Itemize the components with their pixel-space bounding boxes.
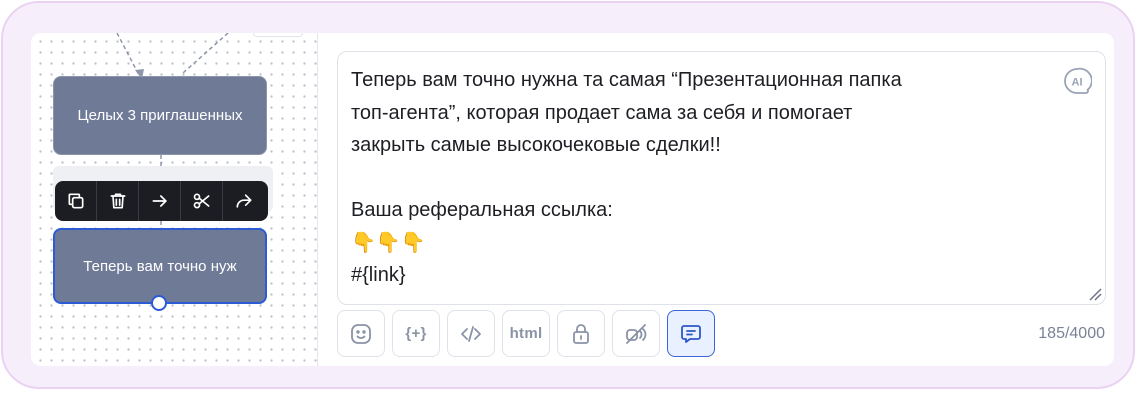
copy-icon bbox=[68, 193, 83, 209]
html-button[interactable]: html bbox=[502, 310, 550, 357]
connect-button[interactable] bbox=[139, 181, 181, 221]
delete-button[interactable] bbox=[97, 181, 139, 221]
panel-divider bbox=[317, 33, 318, 366]
char-counter: 185/4000 bbox=[1038, 325, 1105, 342]
share-button[interactable] bbox=[223, 181, 265, 221]
flow-node-label: Целых 3 приглашенных bbox=[77, 107, 243, 124]
voice-off-icon bbox=[626, 323, 647, 344]
connection-handle[interactable] bbox=[151, 295, 167, 311]
node-toolbar bbox=[55, 181, 268, 221]
lock-icon bbox=[573, 323, 589, 344]
flow-node-selected[interactable]: Теперь вам точно нуж bbox=[53, 228, 267, 304]
smile-icon bbox=[351, 323, 371, 344]
comment-icon bbox=[681, 324, 701, 343]
ai-label: AI bbox=[1072, 77, 1083, 89]
resize-handle-icon[interactable] bbox=[1088, 287, 1102, 301]
html-label: html bbox=[509, 325, 543, 342]
copy-button[interactable] bbox=[55, 181, 97, 221]
message-editor[interactable]: Теперь вам точно нужна та самая “Презент… bbox=[337, 51, 1106, 305]
variable-label: {+} bbox=[405, 325, 427, 342]
frame: Целых 3 приглашенных Теперь вам точно ну… bbox=[1, 1, 1135, 389]
flow-canvas[interactable]: Целых 3 приглашенных Теперь вам точно ну… bbox=[31, 33, 317, 366]
arrow-right-icon bbox=[152, 195, 167, 207]
flow-node-invites[interactable]: Целых 3 приглашенных bbox=[53, 76, 267, 155]
scissors-icon bbox=[193, 193, 209, 209]
emoji-button[interactable] bbox=[337, 310, 385, 357]
ai-icon[interactable]: AI bbox=[1062, 66, 1092, 96]
comment-button[interactable] bbox=[667, 310, 715, 357]
builder-card: Целых 3 приглашенных Теперь вам точно ну… bbox=[31, 33, 1114, 366]
code-button[interactable] bbox=[447, 310, 495, 357]
message-toolbar: {+} html bbox=[337, 310, 715, 357]
trash-icon bbox=[110, 193, 125, 209]
code-icon bbox=[461, 325, 481, 342]
flow-node-label: Теперь вам точно нуж bbox=[83, 257, 237, 275]
voice-off-button[interactable] bbox=[612, 310, 660, 357]
lock-button[interactable] bbox=[557, 310, 605, 357]
cut-button[interactable] bbox=[181, 181, 223, 221]
message-text[interactable]: Теперь вам точно нужна та самая “Презент… bbox=[351, 64, 1051, 292]
share-icon bbox=[236, 194, 252, 208]
variable-button[interactable]: {+} bbox=[392, 310, 440, 357]
